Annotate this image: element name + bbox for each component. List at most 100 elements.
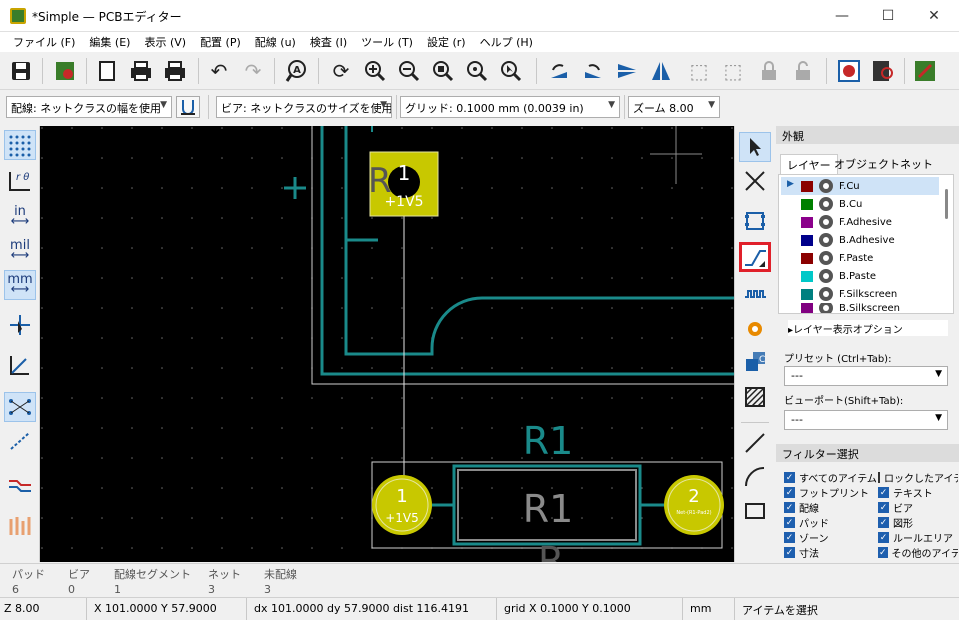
checkbox[interactable]: ✓	[878, 502, 889, 513]
redo-icon[interactable]: ↷	[238, 56, 268, 86]
filter-checkbox-item[interactable]: ✓ 寸法	[784, 545, 819, 560]
plot-icon[interactable]	[160, 56, 190, 86]
find-icon[interactable]: A	[282, 56, 312, 86]
layer-color-swatch[interactable]	[801, 234, 813, 246]
layer-row-fcu[interactable]: ▶ F.Cu	[781, 177, 939, 195]
layer-list-scrollbar[interactable]	[945, 189, 948, 219]
pcb-drawing[interactable]: R 1 +1V5 R1 R1 1 +1V5 2 Net-(R1-Pad2) R	[40, 126, 734, 562]
menu-edit[interactable]: 編集 (E)	[82, 32, 137, 52]
pcb-canvas[interactable]: R 1 +1V5 R1 R1 1 +1V5 2 Net-(R1-Pad2) R	[40, 126, 734, 562]
zoom-selection-icon[interactable]	[496, 56, 526, 86]
footprint-library-icon[interactable]	[868, 56, 898, 86]
layer-row-bpaste[interactable]: B.Paste	[781, 267, 939, 285]
filter-checkbox-item[interactable]: ✓ ビア	[878, 500, 958, 515]
add-rule-area-icon[interactable]	[739, 382, 771, 412]
ungroup-icon[interactable]: ⬚	[718, 56, 748, 86]
checkbox[interactable]: ✓	[784, 517, 795, 528]
checkbox[interactable]: ✓	[784, 472, 795, 483]
polar-coords-button[interactable]: r θ	[4, 166, 36, 196]
zoom-objects-icon[interactable]	[462, 56, 492, 86]
layer-row-badhesive[interactable]: B.Adhesive	[781, 231, 939, 249]
menu-view[interactable]: 表示 (V)	[137, 32, 193, 52]
lock-icon[interactable]	[754, 56, 784, 86]
minimize-button[interactable]: —	[819, 0, 865, 32]
filter-checkbox-item[interactable]: ✓その他のアイテム	[878, 545, 958, 560]
net-highlight-icon[interactable]	[4, 470, 36, 500]
eye-icon[interactable]	[819, 269, 833, 283]
eye-icon[interactable]	[819, 303, 833, 313]
layer-row-bsilkscreen[interactable]: B.Silkscreen	[781, 303, 939, 313]
filter-checkbox-item[interactable]: ロックしたアイテム	[878, 470, 958, 485]
add-via-icon[interactable]	[739, 314, 771, 344]
filter-checkbox-item[interactable]: ✓ 配線	[784, 500, 819, 515]
local-origin-icon[interactable]	[4, 350, 36, 380]
eye-icon[interactable]	[819, 197, 833, 211]
select-arrow-icon[interactable]	[739, 132, 771, 162]
eye-icon[interactable]	[819, 287, 833, 301]
tab-nets[interactable]: ネット	[894, 154, 939, 174]
eye-icon[interactable]	[819, 179, 833, 193]
inch-units-button[interactable]: in ⟷	[4, 202, 36, 232]
group-icon[interactable]: ⬚	[684, 56, 714, 86]
menu-place[interactable]: 配置 (P)	[193, 32, 248, 52]
zoom-fit-icon[interactable]	[428, 56, 458, 86]
grid-select[interactable]: グリッド: 0.1000 mm (0.0039 in) ▼	[400, 96, 620, 118]
checkbox[interactable]: ✓	[784, 532, 795, 543]
filter-checkbox-item[interactable]: ✓ テキスト	[878, 485, 958, 500]
drc-icon[interactable]	[834, 56, 864, 86]
preset-select[interactable]: --- ▼	[784, 366, 948, 386]
eye-icon[interactable]	[819, 215, 833, 229]
save-icon[interactable]	[6, 56, 36, 86]
tune-length-icon[interactable]	[739, 280, 771, 310]
zoom-select[interactable]: ズーム 8.00 ▼	[628, 96, 720, 118]
unlock-icon[interactable]	[788, 56, 818, 86]
menu-help[interactable]: ヘルプ (H)	[473, 32, 540, 52]
filter-checkbox-item[interactable]: ✓ フットプリント	[784, 485, 869, 500]
draw-line-icon[interactable]	[739, 428, 771, 458]
layer-color-swatch[interactable]	[801, 180, 813, 192]
add-zone-icon[interactable]: C	[739, 346, 771, 376]
flip-horizontal-icon[interactable]	[646, 56, 676, 86]
scripting-icon[interactable]	[910, 56, 940, 86]
track-width-select[interactable]: 配線: ネットクラスの幅を使用 ▼	[6, 96, 172, 118]
layer-row-fadhesive[interactable]: F.Adhesive	[781, 213, 939, 231]
maximize-button[interactable]: ☐	[865, 0, 911, 32]
filter-checkbox-item[interactable]: ✓ 図形	[878, 515, 958, 530]
checkbox[interactable]: ✓	[878, 547, 888, 558]
page-settings-icon[interactable]	[92, 56, 122, 86]
zoom-in-icon[interactable]	[360, 56, 390, 86]
layer-row-fsilkscreen[interactable]: F.Silkscreen	[781, 285, 939, 303]
filter-checkbox-item[interactable]: ✓ パッド	[784, 515, 829, 530]
mm-units-button[interactable]: mm ⟷	[4, 270, 36, 300]
close-button[interactable]: ✕	[911, 0, 957, 32]
menu-preferences[interactable]: 設定 (r)	[420, 32, 473, 52]
layer-row-fpaste[interactable]: F.Paste	[781, 249, 939, 267]
refresh-icon[interactable]: ⟳	[326, 56, 356, 86]
eye-icon[interactable]	[819, 233, 833, 247]
zoom-out-icon[interactable]	[394, 56, 424, 86]
track-width-autofit-button[interactable]	[176, 96, 200, 118]
via-size-select[interactable]: ビア: ネットクラスのサイズを使用 ▼	[216, 96, 392, 118]
checkbox[interactable]: ✓	[878, 532, 889, 543]
layer-color-swatch[interactable]	[801, 270, 813, 282]
add-footprint-icon[interactable]	[739, 206, 771, 236]
filter-checkbox-item[interactable]: ✓ ゾーン	[784, 530, 829, 545]
checkbox[interactable]: ✓	[784, 502, 795, 513]
draw-rectangle-icon[interactable]	[739, 496, 771, 526]
filter-checkbox-item[interactable]: ✓ ルールエリア	[878, 530, 958, 545]
checkbox[interactable]: ✓	[878, 487, 889, 498]
flip-vertical-icon[interactable]	[612, 56, 642, 86]
eye-icon[interactable]	[819, 251, 833, 265]
menu-inspect[interactable]: 検査 (I)	[303, 32, 354, 52]
rotate-cw-icon[interactable]	[578, 56, 608, 86]
cursor-crosshair-icon[interactable]	[4, 310, 36, 340]
layer-row-bcu[interactable]: B.Cu	[781, 195, 939, 213]
ratsnest-icon[interactable]	[4, 392, 36, 422]
layer-color-swatch[interactable]	[801, 303, 813, 313]
viewport-select[interactable]: --- ▼	[784, 410, 948, 430]
mil-units-button[interactable]: mil ⟷	[4, 236, 36, 266]
layer-display-options-toggle[interactable]: ▸レイヤー表示オプション	[788, 320, 948, 336]
track-display-mode-icon[interactable]	[4, 510, 36, 540]
layer-color-swatch[interactable]	[801, 198, 813, 210]
layer-color-swatch[interactable]	[801, 252, 813, 264]
